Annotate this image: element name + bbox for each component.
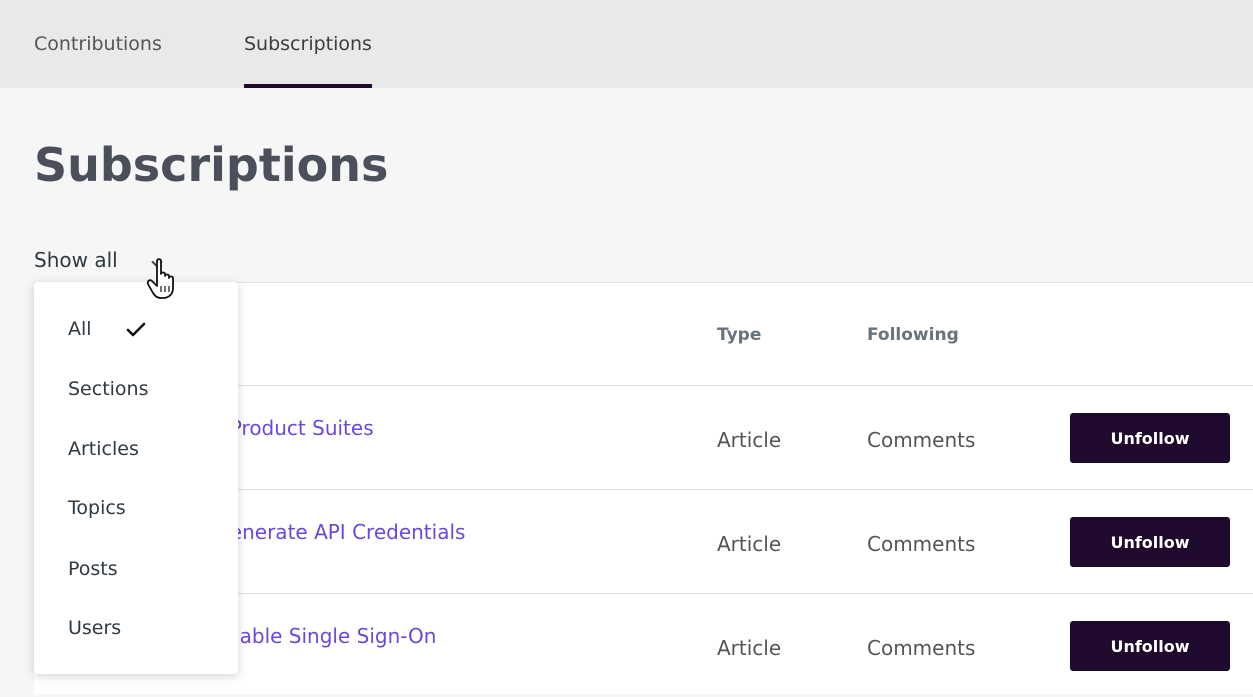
column-header-following: Following	[867, 325, 959, 345]
hand-pointer-icon	[146, 258, 174, 299]
row-following: Comments	[867, 428, 976, 452]
column-header-type: Type	[717, 325, 762, 345]
unfollow-button[interactable]: Unfollow	[1070, 621, 1230, 671]
tab-bar: Contributions Subscriptions	[0, 0, 1253, 88]
row-type: Article	[717, 636, 782, 660]
tab-subscriptions[interactable]: Subscriptions	[244, 0, 372, 88]
filter-dropdown-menu: All Sections Articles Topics Posts Users	[34, 282, 238, 674]
menu-item-posts[interactable]: Posts	[68, 558, 118, 580]
row-type: Article	[717, 428, 782, 452]
show-all-filter[interactable]: Show all	[34, 248, 118, 272]
tab-contributions[interactable]: Contributions	[34, 0, 162, 88]
menu-item-all[interactable]: All	[68, 318, 92, 340]
menu-item-sections[interactable]: Sections	[68, 378, 149, 400]
menu-item-articles[interactable]: Articles	[68, 438, 139, 460]
menu-item-topics[interactable]: Topics	[68, 497, 126, 519]
row-following: Comments	[867, 532, 976, 556]
checkmark-icon	[126, 322, 146, 337]
row-type: Article	[717, 532, 782, 556]
row-following: Comments	[867, 636, 976, 660]
menu-item-users[interactable]: Users	[68, 617, 121, 639]
unfollow-button[interactable]: Unfollow	[1070, 517, 1230, 567]
unfollow-button[interactable]: Unfollow	[1070, 413, 1230, 463]
page-title: Subscriptions	[34, 138, 389, 192]
